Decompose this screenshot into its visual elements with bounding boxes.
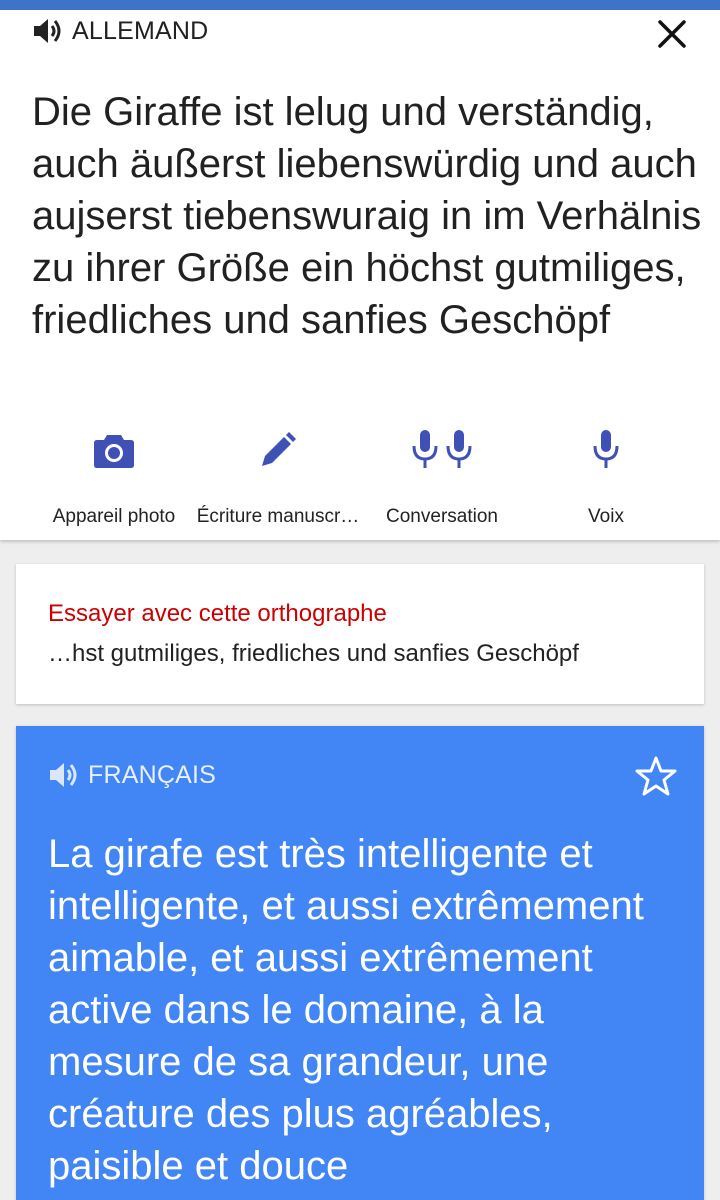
tool-camera[interactable]: Appareil photo bbox=[29, 420, 199, 527]
input-tools-bar: Appareil photo Écriture manuscr… Convers… bbox=[0, 420, 720, 540]
tool-handwriting-label: Écriture manuscr… bbox=[196, 506, 360, 527]
tool-voice[interactable]: Voix bbox=[521, 420, 691, 527]
source-language-label: ALLEMAND bbox=[72, 16, 209, 45]
suggestion-title: Essayer avec cette orthographe bbox=[48, 600, 387, 627]
pen-icon bbox=[262, 432, 296, 466]
translation-result-card: FRANÇAIS La girafe est très intelligente… bbox=[16, 726, 704, 1200]
source-card: ALLEMAND Die Giraffe ist lelug und verst… bbox=[0, 10, 720, 540]
translation-text[interactable]: La girafe est très intelligente et intel… bbox=[48, 828, 688, 1192]
tool-conversation[interactable]: Conversation bbox=[357, 420, 527, 527]
conversation-mic-icon bbox=[412, 430, 472, 468]
tool-voice-label: Voix bbox=[588, 506, 624, 527]
tool-handwriting[interactable]: Écriture manuscr… bbox=[193, 420, 363, 527]
status-bar-strip bbox=[0, 0, 720, 10]
speaker-icon[interactable] bbox=[48, 761, 80, 789]
camera-icon bbox=[94, 435, 134, 468]
tool-camera-label: Appareil photo bbox=[52, 506, 176, 527]
target-language-selector[interactable]: FRANÇAIS bbox=[48, 760, 216, 790]
target-language-label: FRANÇAIS bbox=[88, 760, 217, 789]
star-icon[interactable] bbox=[634, 754, 678, 798]
mic-icon bbox=[593, 430, 619, 468]
close-icon[interactable] bbox=[652, 14, 692, 54]
source-text[interactable]: Die Giraffe ist lelug und verständig, au… bbox=[32, 86, 702, 346]
tool-conversation-label: Conversation bbox=[386, 506, 498, 527]
suggestion-text[interactable]: …hst gutmiliges, friedliches und sanfies… bbox=[48, 640, 579, 668]
source-language-selector[interactable]: ALLEMAND bbox=[32, 16, 208, 46]
speaker-icon[interactable] bbox=[32, 17, 64, 45]
spelling-suggestion-card[interactable]: Essayer avec cette orthographe …hst gutm… bbox=[16, 564, 704, 704]
